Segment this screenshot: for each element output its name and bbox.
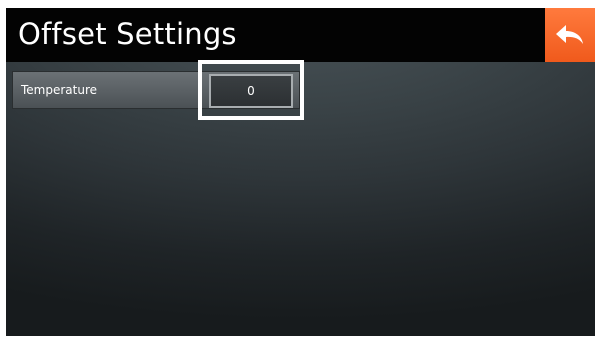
offset-settings-screen: Offset Settings Temperature 0 bbox=[6, 8, 595, 336]
temperature-label: Temperature bbox=[21, 83, 98, 97]
back-button[interactable] bbox=[545, 8, 595, 62]
temperature-offset-field[interactable]: 0 bbox=[209, 74, 293, 108]
back-arrow-icon bbox=[555, 24, 585, 46]
header-bar: Offset Settings bbox=[6, 8, 595, 62]
page-title: Offset Settings bbox=[18, 17, 237, 51]
